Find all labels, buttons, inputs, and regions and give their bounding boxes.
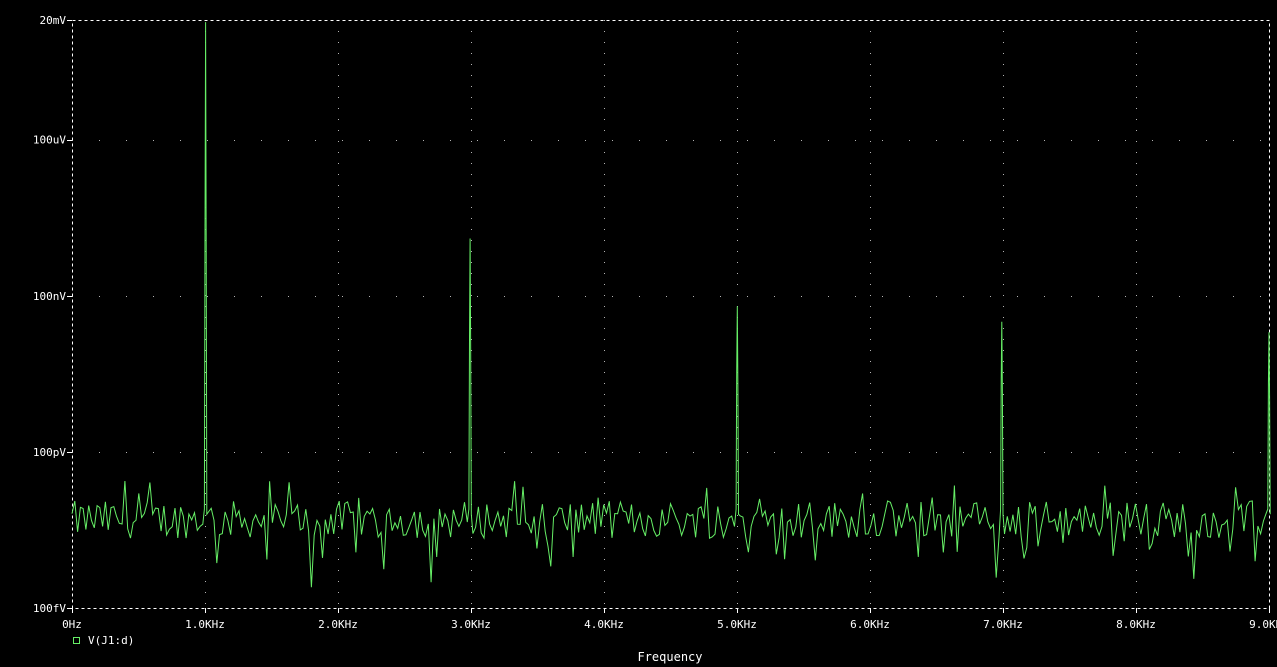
legend-marker-icon bbox=[73, 637, 80, 644]
x-tick-label: 0Hz bbox=[62, 618, 82, 631]
y-tick-label: 100pV bbox=[33, 446, 66, 459]
y-tick-label: 100nV bbox=[33, 290, 66, 303]
x-tick-label: 8.0KHz bbox=[1116, 618, 1156, 631]
x-tick-label: 4.0KHz bbox=[584, 618, 624, 631]
y-tick-label: 100uV bbox=[33, 134, 66, 147]
x-tick-label: 3.0KHz bbox=[451, 618, 491, 631]
x-tick-label: 2.0KHz bbox=[318, 618, 358, 631]
y-tick-label: 100fV bbox=[33, 602, 66, 615]
y-tick-label: 20mV bbox=[40, 14, 67, 27]
trace-line bbox=[71, 22, 1271, 588]
plot-frame bbox=[72, 20, 1270, 609]
trace-layer bbox=[71, 22, 1271, 588]
x-tick-label: 5.0KHz bbox=[717, 618, 757, 631]
x-axis-title: Frequency bbox=[637, 650, 702, 664]
grid-layer bbox=[72, 20, 1269, 608]
x-tick-label: 6.0KHz bbox=[850, 618, 890, 631]
x-tick-label: 9.0KHz bbox=[1249, 618, 1277, 631]
x-tick-label: 7.0KHz bbox=[983, 618, 1023, 631]
x-tick-label: 1.0KHz bbox=[185, 618, 225, 631]
legend-label[interactable]: V(J1:d) bbox=[88, 634, 134, 647]
spectrum-plot: 0Hz 1.0KHz 2.0KHz 3.0KHz 4.0KHz 5.0KHz 6.0KHz 7… bbox=[33, 14, 1277, 664]
legend[interactable]: V(J1:d) bbox=[73, 634, 135, 647]
